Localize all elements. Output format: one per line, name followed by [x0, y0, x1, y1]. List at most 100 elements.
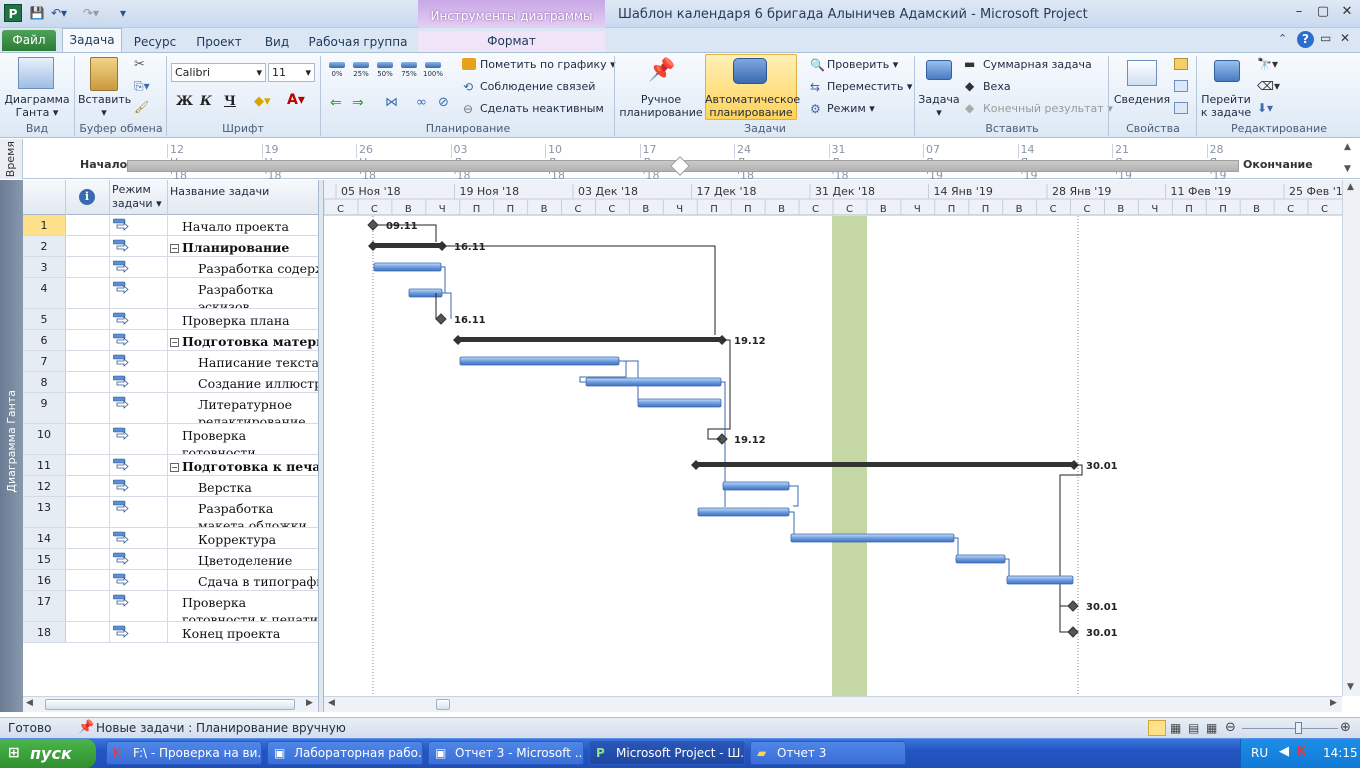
row-task-name[interactable]: Начало проекта: [168, 215, 319, 235]
scroll-up-icon[interactable]: ▲: [1347, 182, 1354, 192]
table-horizontal-scrollbar[interactable]: ◀ ▶: [23, 696, 318, 712]
insert-task-button[interactable]: Задача ▾: [916, 93, 962, 119]
fill-icon[interactable]: ⬇▾: [1257, 101, 1273, 115]
save-icon[interactable]: 💾: [28, 5, 46, 21]
undo-icon[interactable]: ↶▾: [50, 5, 68, 21]
taskbar-item-folder[interactable]: ▰ Отчет 3: [750, 741, 906, 765]
deliverable-button[interactable]: Конечный результат ▾: [983, 102, 1113, 115]
row-id[interactable]: 3: [23, 257, 66, 277]
zoom-slider[interactable]: [1242, 728, 1338, 729]
row-task-mode[interactable]: [110, 476, 168, 496]
row-id[interactable]: 2: [23, 236, 66, 256]
row-task-name[interactable]: Литературное редактирование: [168, 393, 319, 423]
gantt-horizontal-scrollbar[interactable]: ◀ ▶: [324, 696, 1342, 712]
taskbar-item-lab-doc[interactable]: ▣ Лабораторная рабо...: [267, 741, 423, 765]
row-task-name[interactable]: Разработка эскизов иллюстраций: [168, 278, 319, 308]
font-size-select[interactable]: 11 ▾: [268, 63, 315, 82]
row-task-mode[interactable]: [110, 215, 168, 235]
tab-view[interactable]: Вид: [257, 32, 297, 52]
taskbar-item-explorer-check[interactable]: K F:\ - Проверка на ви...: [106, 741, 262, 765]
collapse-icon[interactable]: −: [170, 338, 179, 347]
header-task-name[interactable]: Название задачи: [168, 180, 319, 215]
row-task-name[interactable]: Сдача в типографию: [168, 570, 319, 590]
timeline-scroll-down-icon[interactable]: ▼: [1344, 164, 1351, 174]
collapse-icon[interactable]: −: [170, 463, 179, 472]
percent-0-button[interactable]: 0%: [326, 60, 348, 82]
maximize-button[interactable]: ▢: [1310, 4, 1336, 22]
view-gantt-icon[interactable]: [1148, 720, 1166, 736]
row-task-name[interactable]: Проверка готовности к печати: [168, 591, 319, 621]
gantt-chart-icon[interactable]: [18, 57, 54, 89]
row-task-mode[interactable]: [110, 455, 168, 475]
row-id[interactable]: 14: [23, 528, 66, 548]
row-id[interactable]: 17: [23, 591, 66, 621]
doc-close-icon[interactable]: ✕: [1340, 31, 1350, 45]
copy-icon[interactable]: ⎘▾: [134, 79, 150, 94]
doc-restore-icon[interactable]: ▭: [1320, 31, 1331, 45]
respect-links-button[interactable]: Соблюдение связей: [480, 80, 595, 93]
row-task-mode[interactable]: [110, 309, 168, 329]
row-id[interactable]: 12: [23, 476, 66, 496]
row-id[interactable]: 4: [23, 278, 66, 308]
taskbar-item-report-word[interactable]: ▣ Отчет 3 - Microsoft ...: [428, 741, 584, 765]
view-bar[interactable]: Диаграмма Ганта: [0, 180, 23, 712]
information-button[interactable]: Сведения: [1110, 93, 1174, 106]
row-task-mode[interactable]: [110, 591, 168, 621]
percent-25-button[interactable]: 25%: [350, 60, 372, 82]
language-indicator[interactable]: RU: [1251, 746, 1268, 760]
row-id[interactable]: 7: [23, 351, 66, 371]
table-row[interactable]: 16 Сдача в типографию: [23, 570, 319, 591]
collapse-icon[interactable]: −: [170, 244, 179, 253]
table-row[interactable]: 18 Конец проекта: [23, 622, 319, 643]
inspect-button[interactable]: Проверить ▾: [827, 58, 898, 71]
font-name-select[interactable]: Calibri ▾: [171, 63, 266, 82]
format-painter-icon[interactable]: 🖌: [134, 100, 149, 114]
view-usage-icon[interactable]: ▦: [1170, 721, 1181, 735]
unlink-tasks-icon[interactable]: ⊘: [438, 95, 449, 110]
row-task-name[interactable]: −Подготовка материалов: [168, 330, 319, 350]
row-id[interactable]: 11: [23, 455, 66, 475]
close-button[interactable]: ✕: [1334, 4, 1360, 22]
percent-50-button[interactable]: 50%: [374, 60, 396, 82]
table-row[interactable]: 12 Верстка: [23, 476, 319, 497]
row-id[interactable]: 10: [23, 424, 66, 454]
gantt-chart-button[interactable]: Диаграмма Ганта ▾: [2, 93, 72, 119]
details-icon[interactable]: [1174, 80, 1188, 92]
move-button[interactable]: Переместить ▾: [827, 80, 912, 93]
table-row[interactable]: 6 −Подготовка материалов: [23, 330, 319, 351]
table-row[interactable]: 3 Разработка содержания: [23, 257, 319, 278]
notes-icon[interactable]: [1174, 58, 1188, 70]
project-app-icon[interactable]: P: [4, 4, 22, 22]
row-task-mode[interactable]: [110, 372, 168, 392]
percent-75-button[interactable]: 75%: [398, 60, 420, 82]
cut-icon[interactable]: ✂: [134, 57, 145, 72]
tray-arrow-icon[interactable]: ◀: [1279, 744, 1289, 759]
table-row[interactable]: 2 − Планирование: [23, 236, 319, 257]
header-indicators[interactable]: i: [66, 180, 110, 215]
row-task-mode[interactable]: [110, 257, 168, 277]
tab-task[interactable]: Задача: [62, 28, 122, 52]
row-task-mode[interactable]: [110, 351, 168, 371]
row-task-name[interactable]: Написание текста: [168, 351, 319, 371]
indent-icon[interactable]: ⇒: [352, 95, 364, 111]
summary-task-button[interactable]: Суммарная задача: [983, 58, 1092, 71]
row-task-name[interactable]: Создание иллюстраций: [168, 372, 319, 392]
font-color-icon[interactable]: A▾: [287, 92, 305, 108]
gantt-chart[interactable]: 05 Ноя '18 19 Ноя '18 03 Дек '18 17 Дек '18…: [324, 180, 1342, 696]
row-task-mode[interactable]: [110, 278, 168, 308]
row-task-mode[interactable]: [110, 622, 168, 642]
zoom-in-icon[interactable]: ⊕: [1340, 720, 1351, 735]
row-id[interactable]: 16: [23, 570, 66, 590]
tab-file[interactable]: Файл: [2, 30, 56, 51]
table-row[interactable]: 1 Начало проекта: [23, 215, 319, 236]
link-tasks-icon[interactable]: ∞: [416, 95, 427, 110]
tab-project[interactable]: Проект: [193, 32, 245, 52]
paste-icon[interactable]: [90, 57, 118, 91]
table-row[interactable]: 11 −Подготовка к печати: [23, 455, 319, 476]
view-resource-icon[interactable]: ▦: [1206, 721, 1217, 735]
table-row[interactable]: 15 Цветоделение: [23, 549, 319, 570]
add-to-timeline-icon[interactable]: [1174, 102, 1188, 114]
row-task-name[interactable]: −Подготовка к печати: [168, 455, 319, 475]
row-task-mode[interactable]: [110, 497, 168, 527]
tab-resource[interactable]: Ресурс: [130, 32, 180, 52]
